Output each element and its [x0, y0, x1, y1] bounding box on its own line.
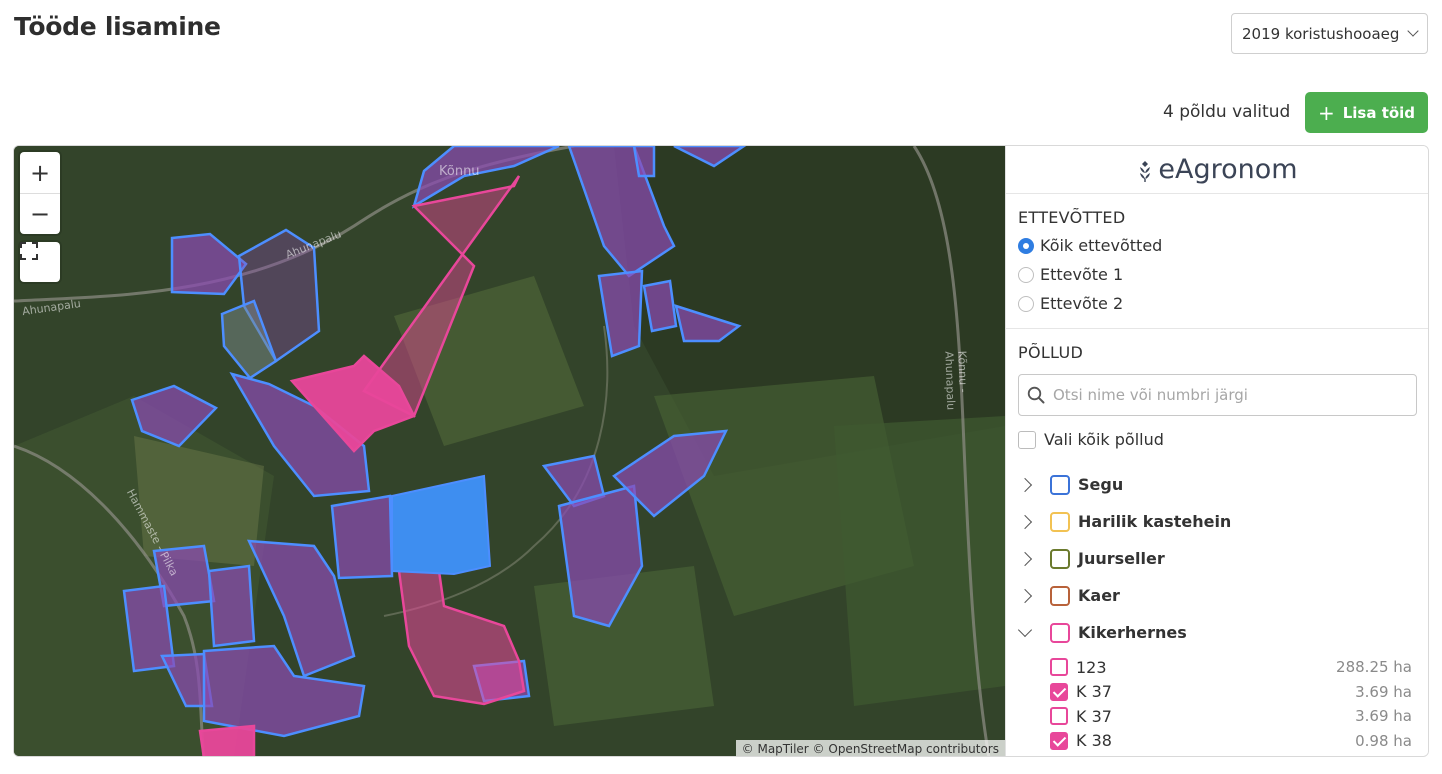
- field-list: 123 288.25 ha K 37 3.69 ha K 37 3.69 ha …: [1006, 655, 1428, 754]
- crop-name: Segu: [1078, 475, 1124, 494]
- field-area: 288.25 ha: [1336, 658, 1412, 677]
- satellite-map: [14, 146, 1005, 756]
- chevron-right-icon[interactable]: [1017, 588, 1033, 603]
- crop-row-segu[interactable]: Segu: [1006, 466, 1428, 503]
- field-name: K 37: [1076, 682, 1112, 702]
- field-checkbox[interactable]: [1050, 707, 1068, 726]
- field-name: K 38: [1076, 731, 1112, 751]
- crop-color-swatch: [1050, 548, 1070, 569]
- zoom-controls: + −: [20, 152, 60, 234]
- wheat-icon: [1140, 160, 1151, 182]
- crop-name: Harilik kastehein: [1078, 512, 1232, 531]
- field-row[interactable]: K 37 3.69 ha: [1006, 704, 1428, 729]
- field-checkbox[interactable]: [1050, 658, 1068, 677]
- company-option-2[interactable]: Ettevõte 2: [1018, 289, 1428, 318]
- page-title: Tööde lisamine: [14, 12, 221, 41]
- plus-icon: +: [1317, 100, 1335, 125]
- select-all-fields[interactable]: Vali kõik põllud: [1018, 430, 1428, 449]
- crop-name: Juurseller: [1078, 549, 1165, 568]
- map[interactable]: Kõnnu Ahunapalu Ahunapalu Kõnnu - Ahunap…: [14, 146, 1005, 756]
- company-option-label: Ettevõte 1: [1040, 265, 1124, 284]
- company-option-1[interactable]: Ettevõte 1: [1018, 260, 1428, 289]
- select-all-label: Vali kõik põllud: [1044, 430, 1164, 449]
- selected-count: 4 põldu valitud: [1163, 102, 1291, 122]
- map-label-konnu-ahunapalu: Kõnnu - Ahunapalu: [942, 350, 970, 411]
- field-name: K 37: [1076, 706, 1112, 726]
- field-checkbox-checked[interactable]: [1050, 682, 1068, 701]
- crop-list: Segu Harilik kastehein Juurseller Kaer K: [1006, 466, 1428, 754]
- crop-color-swatch: [1050, 585, 1070, 606]
- company-option-label: Kõik ettevõtted: [1040, 236, 1163, 255]
- fullscreen-icon: [20, 242, 38, 260]
- zoom-out-button[interactable]: −: [20, 193, 60, 234]
- select-all-checkbox[interactable]: [1018, 430, 1036, 449]
- field-name: 123: [1076, 657, 1107, 677]
- crop-row-kaer[interactable]: Kaer: [1006, 577, 1428, 614]
- company-option-label: Ettevõte 2: [1040, 294, 1124, 313]
- crop-color-swatch: [1050, 622, 1070, 643]
- field-area: 3.69 ha: [1355, 707, 1412, 726]
- fullscreen-button[interactable]: [20, 242, 60, 282]
- crop-name: Kaer: [1078, 586, 1120, 605]
- crop-row-kikerhernes[interactable]: Kikerhernes: [1006, 614, 1428, 651]
- crop-row-juurseller[interactable]: Juurseller: [1006, 540, 1428, 577]
- field-row[interactable]: K 37 3.69 ha: [1006, 680, 1428, 705]
- field-checkbox-checked[interactable]: [1050, 731, 1068, 750]
- radio[interactable]: [1018, 266, 1034, 283]
- company-option-all[interactable]: Kõik ettevõtted: [1018, 231, 1428, 260]
- chevron-down-icon: [1407, 25, 1419, 37]
- field-row[interactable]: 123 288.25 ha: [1006, 655, 1428, 680]
- crop-color-swatch: [1050, 511, 1070, 532]
- main-panel: Kõnnu Ahunapalu Ahunapalu Kõnnu - Ahunap…: [13, 145, 1429, 757]
- add-work-button-label: Lisa töid: [1342, 103, 1416, 122]
- field-search-input[interactable]: [1053, 386, 1393, 404]
- map-label-konnu: Kõnnu: [439, 164, 480, 179]
- field-search[interactable]: [1018, 374, 1417, 416]
- field-area: 0.98 ha: [1355, 731, 1412, 750]
- search-icon: [1027, 386, 1045, 404]
- sidebar: eAgronom ETTEVÕTTED Kõik ettevõtted Ette…: [1005, 146, 1428, 756]
- zoom-in-button[interactable]: +: [20, 152, 60, 193]
- section-divider: [1006, 328, 1428, 329]
- season-select-value: 2019 koristushooaeg: [1242, 24, 1400, 43]
- add-work-button[interactable]: + Lisa töid: [1305, 92, 1428, 133]
- logo: eAgronom: [1006, 146, 1428, 194]
- season-select[interactable]: 2019 koristushooaeg: [1231, 13, 1428, 54]
- crop-name: Kikerhernes: [1078, 623, 1187, 642]
- logo-text: eAgronom: [1158, 154, 1298, 185]
- crop-color-swatch: [1050, 474, 1070, 495]
- map-attribution[interactable]: © MapTiler © OpenStreetMap contributors: [735, 740, 1005, 756]
- companies-title: ETTEVÕTTED: [1018, 208, 1126, 227]
- chevron-right-icon[interactable]: [1017, 551, 1033, 566]
- radio-selected[interactable]: [1018, 237, 1034, 254]
- chevron-right-icon[interactable]: [1017, 477, 1033, 492]
- chevron-down-icon[interactable]: [1017, 622, 1033, 638]
- company-list: Kõik ettevõtted Ettevõte 1 Ettevõte 2: [1006, 231, 1428, 318]
- field-row[interactable]: K 38 0.98 ha: [1006, 729, 1428, 754]
- field-area: 3.69 ha: [1355, 682, 1412, 701]
- crop-row-harilik-kastehein[interactable]: Harilik kastehein: [1006, 503, 1428, 540]
- radio[interactable]: [1018, 295, 1034, 312]
- fields-title: PÕLLUD: [1018, 343, 1084, 362]
- chevron-right-icon[interactable]: [1017, 514, 1033, 529]
